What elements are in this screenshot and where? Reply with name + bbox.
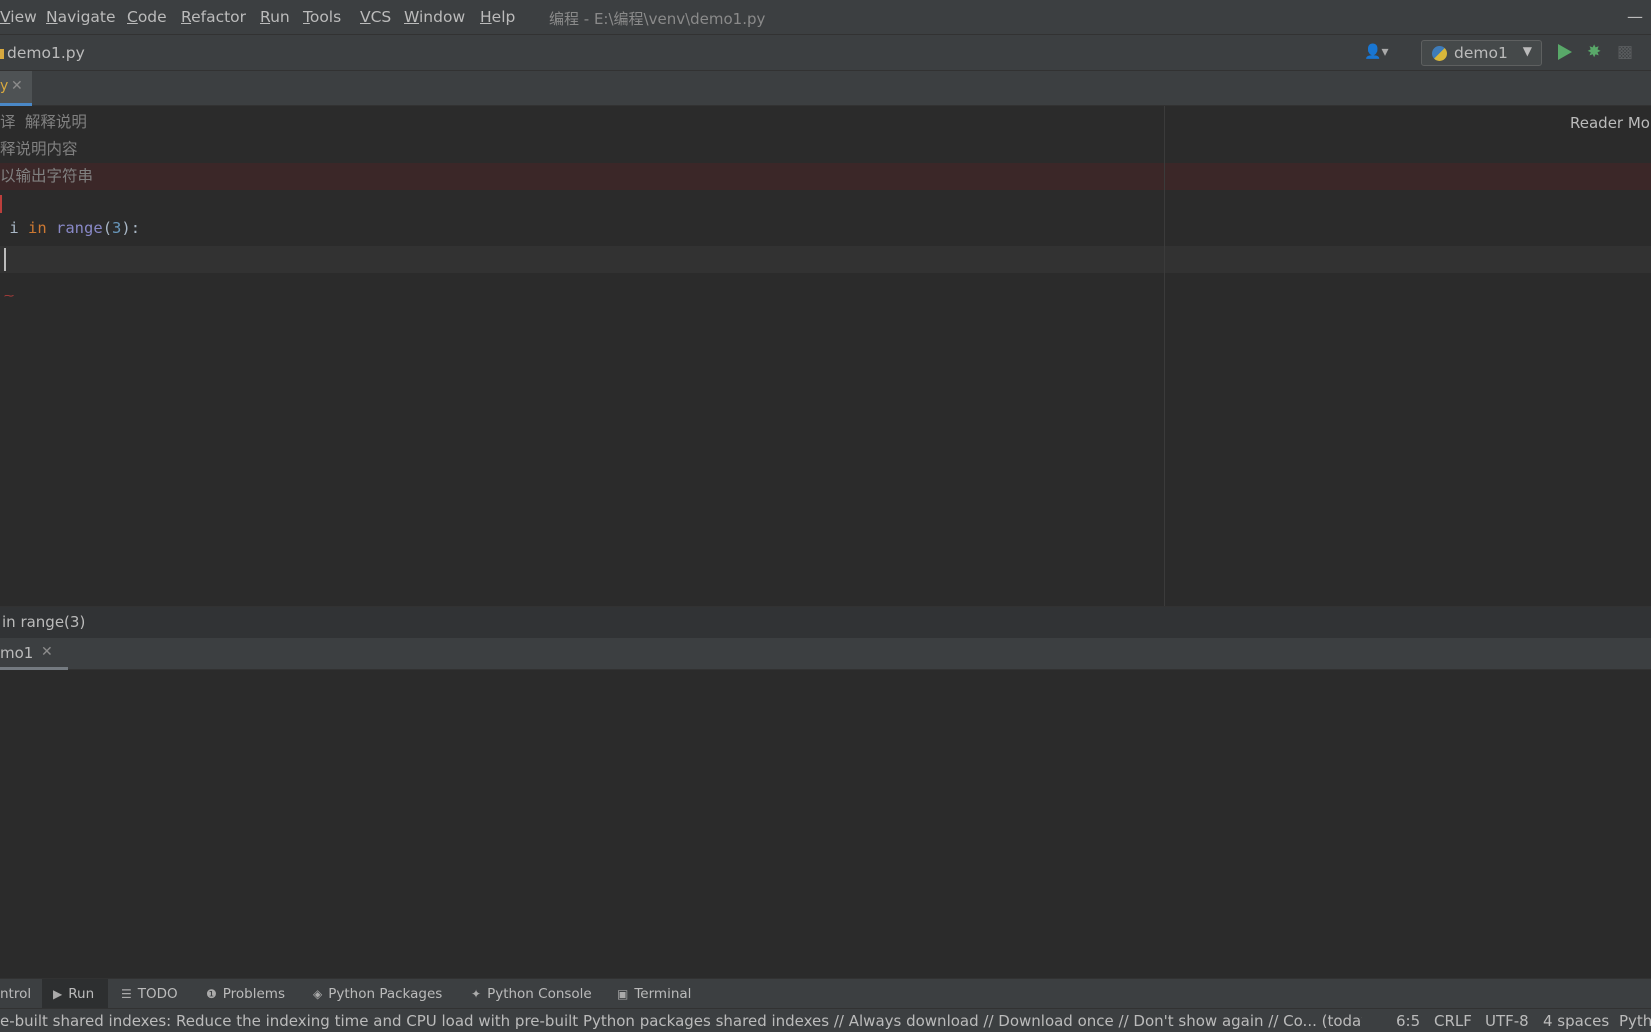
navigation-bar: demo1.py 👤▾ demo1 ▼ ✸ ▩ (0, 35, 1651, 71)
folder-icon (0, 49, 4, 59)
caret-row-highlight (0, 246, 1651, 273)
menu-window[interactable]: Window (404, 8, 465, 26)
run-output-console[interactable] (0, 670, 1651, 978)
menu-code[interactable]: Code (127, 8, 167, 26)
tool-problems[interactable]: ❶ Problems (206, 986, 285, 1002)
tool-window-bar: ntrol ▶ Run ☰ TODO ❶ Problems ◈ Python Packa… (0, 978, 1651, 1009)
menu-run[interactable]: Run (260, 8, 290, 26)
tool-python-console[interactable]: ✦ Python Console (471, 986, 592, 1002)
run-configuration-label: demo1 (1454, 44, 1508, 62)
editor-tab-bar: y ✕ (0, 71, 1651, 106)
error-line-highlight (0, 163, 1651, 190)
python-interpreter[interactable]: Pyth (1619, 1012, 1651, 1030)
breadcrumb-item[interactable]: in range(3) (2, 613, 85, 631)
python-icon (1432, 46, 1447, 61)
menu-tools[interactable]: Tools (303, 8, 341, 26)
text-cursor (4, 248, 6, 271)
list-icon: ☰ (121, 987, 132, 1001)
layers-icon: ◈ (313, 987, 323, 1001)
tool-python-packages[interactable]: ◈ Python Packages (313, 986, 442, 1002)
code-line-5: i in range(3): (0, 219, 141, 237)
tool-terminal[interactable]: ▣ Terminal (617, 986, 691, 1002)
indent-setting[interactable]: 4 spaces (1543, 1012, 1609, 1030)
chevron-down-icon: ▼ (1522, 44, 1532, 58)
tool-todo[interactable]: ☰ TODO (121, 986, 178, 1002)
code-editor[interactable]: 译 解释说明 释说明内容 以输出字符串 i in range(3): ⁓ Rea… (0, 106, 1651, 606)
reader-mode-toggle[interactable]: Reader Mo (1570, 114, 1650, 132)
terminal-icon: ▣ (617, 987, 629, 1001)
tab-run-demo1[interactable]: mo1 ✕ (0, 638, 68, 670)
user-menu-button[interactable]: 👤▾ (1364, 44, 1388, 60)
error-marker (0, 195, 2, 213)
menu-bar: View Navigate Code Refactor Run Tools VC… (0, 0, 1651, 35)
caret-position[interactable]: 6:5 (1396, 1012, 1420, 1030)
run-tab-label: mo1 (0, 644, 34, 662)
status-notification[interactable]: e-built shared indexes: Reduce the index… (0, 1012, 1362, 1030)
menu-view[interactable]: View (0, 8, 37, 26)
code-breadcrumb: in range(3) (0, 606, 1651, 638)
run-configuration-select[interactable]: demo1 ▼ (1421, 40, 1542, 66)
debug-icon[interactable]: ✸ (1587, 43, 1605, 61)
error-squiggle: ⁓ (4, 291, 14, 302)
code-line-1: 译 解释说明 (0, 113, 87, 131)
code-line-2: 释说明内容 (0, 140, 78, 158)
close-icon[interactable]: ✕ (41, 644, 53, 660)
info-icon: ❶ (206, 987, 217, 1001)
window-title: 编程 - E:\编程\venv\demo1.py (549, 10, 766, 28)
minimize-button[interactable]: — (1627, 7, 1643, 26)
tab-demo1[interactable]: y ✕ (0, 71, 32, 106)
coverage-icon[interactable]: ▩ (1617, 43, 1635, 61)
tool-version-control[interactable]: ntrol (0, 986, 31, 1002)
menu-help[interactable]: Help (480, 8, 515, 26)
code-line-3: 以输出字符串 (0, 167, 94, 185)
python-icon: ✦ (471, 987, 482, 1001)
tool-run[interactable]: ▶ Run (53, 986, 94, 1002)
tab-label: y (0, 78, 9, 94)
run-icon[interactable] (1558, 44, 1572, 60)
menu-navigate[interactable]: Navigate (46, 8, 116, 26)
play-icon: ▶ (53, 987, 63, 1001)
breadcrumb-file[interactable]: demo1.py (7, 44, 85, 62)
run-panel-tabs: mo1 ✕ (0, 638, 1651, 670)
close-icon[interactable]: ✕ (11, 78, 23, 94)
status-bar: e-built shared indexes: Reduce the index… (0, 1008, 1651, 1032)
line-separator[interactable]: CRLF (1434, 1012, 1472, 1030)
menu-vcs[interactable]: VCS (360, 8, 391, 26)
right-margin-guide (1164, 106, 1165, 606)
chevron-down-icon: ▾ (1381, 44, 1389, 60)
menu-refactor[interactable]: Refactor (181, 8, 246, 26)
user-icon: 👤 (1364, 44, 1382, 60)
file-encoding[interactable]: UTF-8 (1485, 1012, 1529, 1030)
